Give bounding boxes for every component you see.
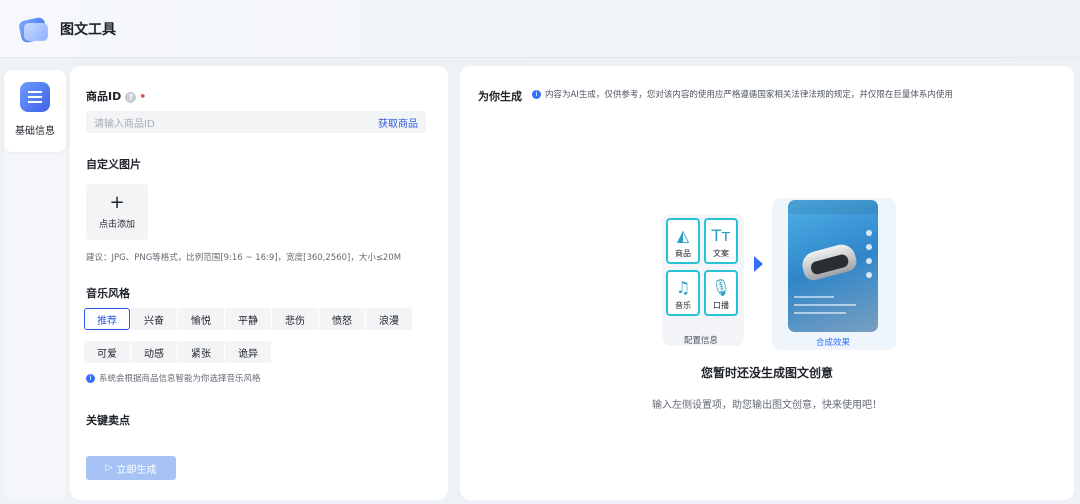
music-style-tag[interactable]: 浪漫	[366, 308, 412, 330]
sidebar-item-basic-info[interactable]: 基础信息	[4, 70, 66, 152]
sidebar: 基础信息	[4, 70, 66, 500]
share-dot	[866, 272, 872, 278]
microphone-icon: 🎙︎	[710, 278, 732, 297]
info-icon: i	[532, 89, 541, 99]
plus-icon: +	[109, 191, 125, 213]
app-header: 图文工具	[0, 0, 1080, 58]
music-style-tag[interactable]: 愉悦	[178, 308, 224, 330]
image-hint: 建议：JPG、PNG等格式，比例范围[9:16 ~ 16:9]，宽度[360,2…	[86, 253, 402, 263]
product-id-placeholder: 请输入商品ID	[94, 118, 155, 130]
voiceover-tile: 🎙︎ 口播	[704, 270, 738, 316]
comment-dot	[866, 258, 872, 264]
caption-line	[794, 312, 846, 314]
music-style-tag[interactable]: 平静	[225, 308, 271, 330]
product-id-input[interactable]: 请输入商品ID 获取商品	[86, 111, 426, 133]
selling-points-label: 关键卖点	[86, 414, 130, 427]
sidebar-item-label: 基础信息	[15, 126, 55, 137]
settings-panel: 商品ID? • 请输入商品ID 获取商品 自定义图片 + 点击添加 建议：JPG、…	[70, 66, 448, 500]
fetch-product-button[interactable]: 获取商品	[378, 115, 418, 130]
product-tile: ◭ 商品	[666, 218, 700, 264]
music-style-row-1: 推荐 兴奋 愉悦 平静 悲伤 愤怒 浪漫	[84, 308, 413, 330]
text-icon: Tт	[711, 226, 731, 245]
avatar-dot	[866, 230, 872, 236]
config-caption: 配置信息	[684, 336, 719, 346]
music-style-tag[interactable]: 可爱	[84, 341, 130, 363]
help-icon[interactable]: ?	[125, 91, 137, 103]
empty-state-subtitle: 输入左侧设置项，助您输出图文创意，快来使用吧！	[652, 400, 882, 411]
app-title: 图文工具	[60, 21, 116, 38]
caption-line	[794, 304, 856, 306]
copy-tile: Tт 文案	[704, 218, 738, 264]
vr-headset-image	[799, 241, 859, 283]
music-style-tag[interactable]: 动感	[131, 341, 177, 363]
custom-image-label: 自定义图片	[86, 158, 141, 171]
document-icon	[20, 82, 50, 112]
caption-line	[794, 296, 834, 298]
phone-preview	[788, 200, 878, 332]
result-panel: 为你生成 i 内容为AI生成，仅供参考，您对该内容的使用应严格遵循国家相关法律法规…	[460, 66, 1074, 500]
music-style-tag[interactable]: 愤怒	[319, 308, 365, 330]
like-dot	[866, 244, 872, 250]
empty-state-title: 您暂时还没生成图文创意	[700, 366, 833, 380]
app-logo-icon	[17, 13, 50, 45]
product-id-label: 商品ID? •	[86, 90, 147, 103]
result-caption: 合成效果	[816, 338, 851, 348]
ai-notice: i 内容为AI生成，仅供参考，您对该内容的使用应严格遵循国家相关法律法规的规定，并…	[532, 88, 953, 100]
music-style-tag[interactable]: 悲伤	[272, 308, 318, 330]
music-hint: i 系统会根据商品信息智能为你选择音乐风格	[86, 372, 261, 384]
vr-headset-icon: ◭	[676, 226, 690, 245]
required-mark: •	[139, 90, 147, 103]
music-style-tag[interactable]: 推荐	[84, 308, 130, 330]
arrow-right-icon	[754, 256, 763, 272]
result-title: 为你生成	[478, 90, 522, 103]
phone-topbar	[788, 200, 878, 214]
info-icon: i	[86, 374, 95, 383]
music-style-row-2: 可爱 动感 紧张 诡异	[84, 341, 272, 363]
add-image-button[interactable]: + 点击添加	[86, 184, 148, 240]
music-style-tag[interactable]: 兴奋	[131, 308, 177, 330]
send-icon: ▷	[105, 463, 113, 473]
music-style-tag[interactable]: 诡异	[225, 341, 271, 363]
generate-button[interactable]: ▷ 立即生成	[86, 456, 176, 480]
add-image-label: 点击添加	[98, 219, 135, 230]
music-note-icon: ♫	[675, 278, 691, 297]
music-tile: ♫ 音乐	[666, 270, 700, 316]
music-style-label: 音乐风格	[86, 287, 130, 300]
music-style-tag[interactable]: 紧张	[178, 341, 224, 363]
empty-illustration: ◭ 商品 Tт 文案 ♫ 音乐 🎙︎ 口播 配置信息 合成效果	[660, 196, 900, 351]
